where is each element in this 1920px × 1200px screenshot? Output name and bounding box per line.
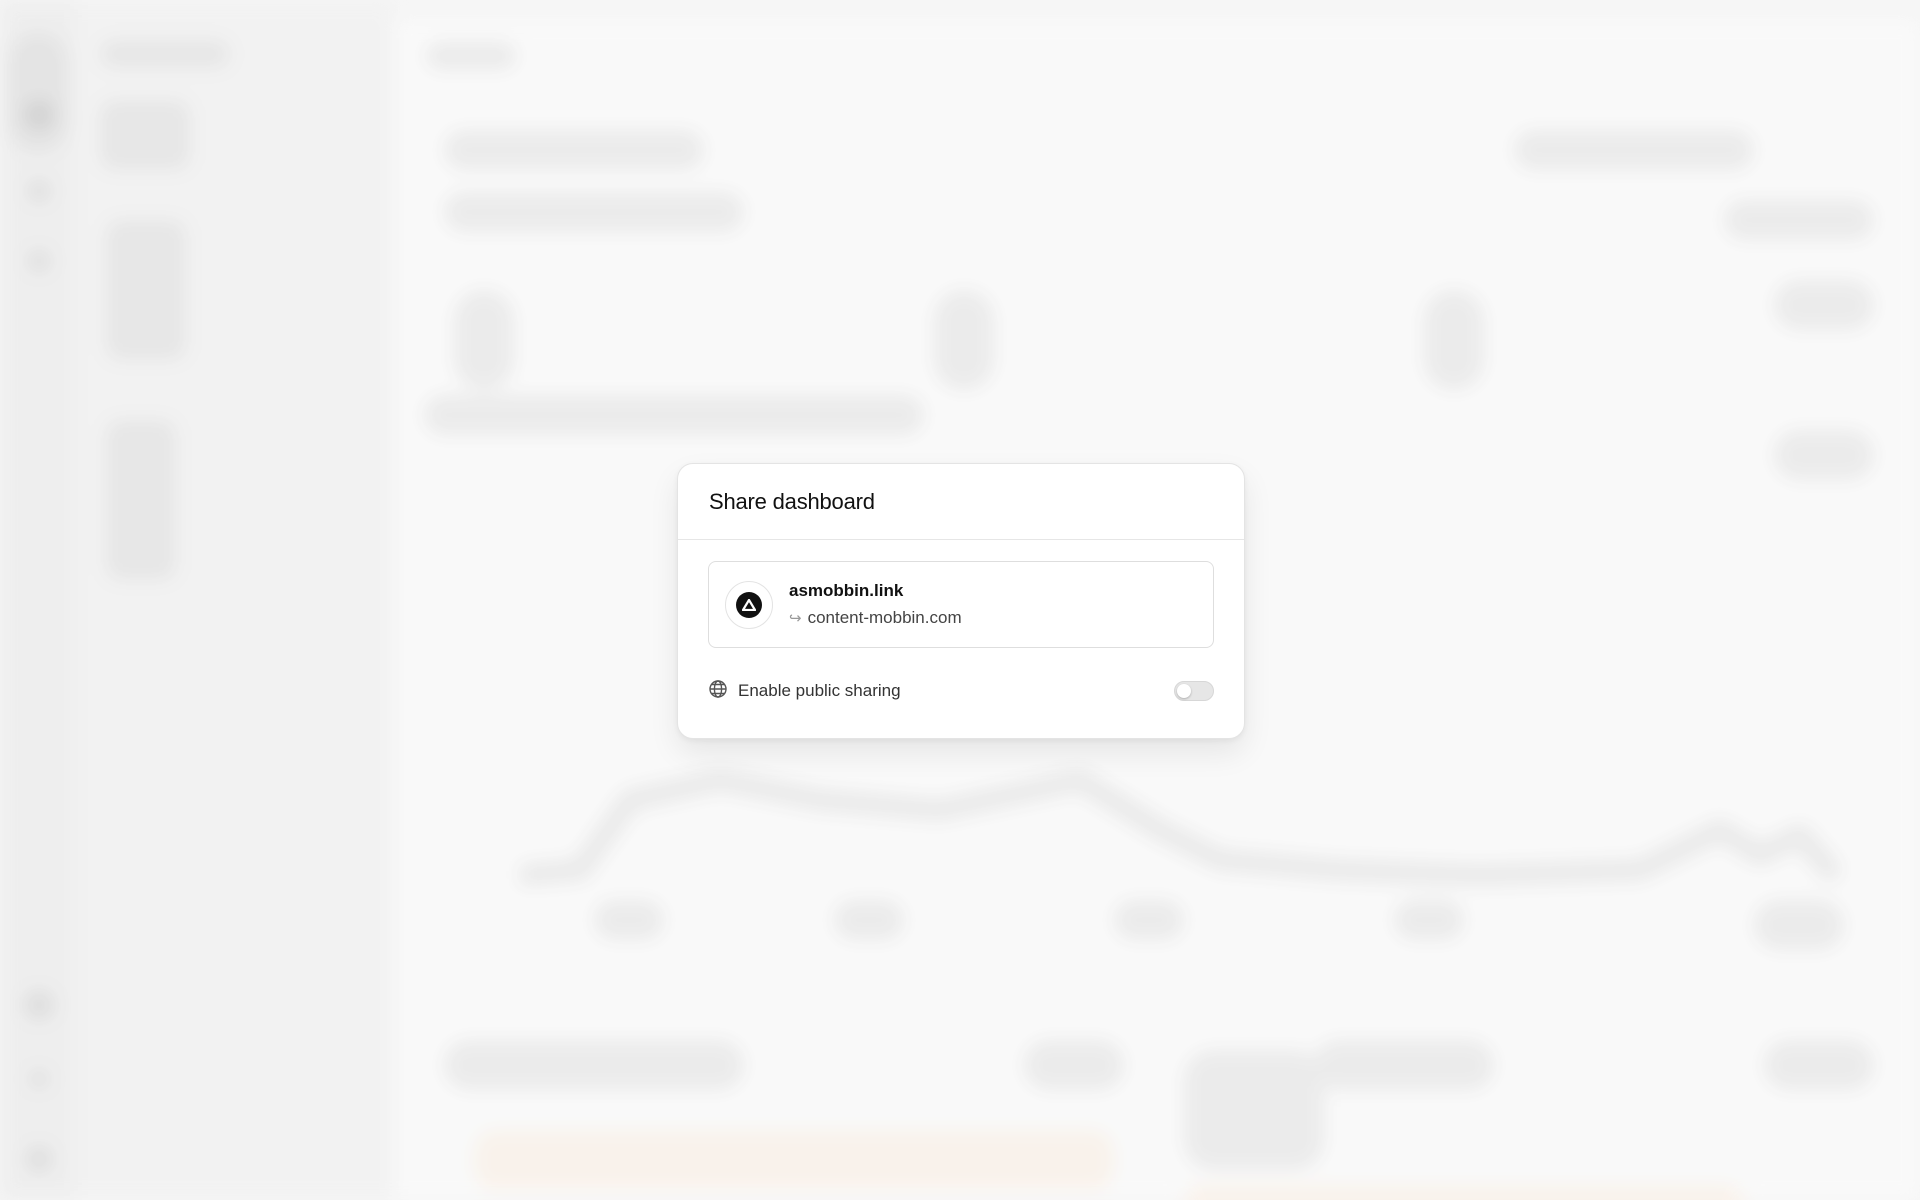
dialog-header: Share dashboard [678,464,1244,540]
dialog-body: asmobbin.link ↪ content-mobbin.com Enabl… [678,540,1244,708]
public-sharing-toggle[interactable] [1174,681,1214,701]
dialog-title: Share dashboard [709,488,875,514]
triangle-logo-icon [736,591,762,618]
domain-target-row: ↪ content-mobbin.com [789,608,962,628]
toggle-knob [1177,684,1191,698]
share-dashboard-dialog: Share dashboard asmobbin.link ↪ content-… [677,463,1245,739]
public-sharing-label: Enable public sharing [738,681,901,700]
domain-logo [725,580,773,629]
redirect-arrow-icon: ↪ [789,610,802,627]
app-window: Share dashboard asmobbin.link ↪ content-… [0,0,1920,1200]
domain-card[interactable]: asmobbin.link ↪ content-mobbin.com [708,561,1214,648]
public-sharing-label-group: Enable public sharing [708,679,901,704]
globe-icon [708,679,728,704]
domain-target: content-mobbin.com [807,608,962,627]
domain-text: asmobbin.link ↪ content-mobbin.com [789,581,962,628]
domain-name: asmobbin.link [789,581,904,600]
public-sharing-row: Enable public sharing [708,674,1214,708]
